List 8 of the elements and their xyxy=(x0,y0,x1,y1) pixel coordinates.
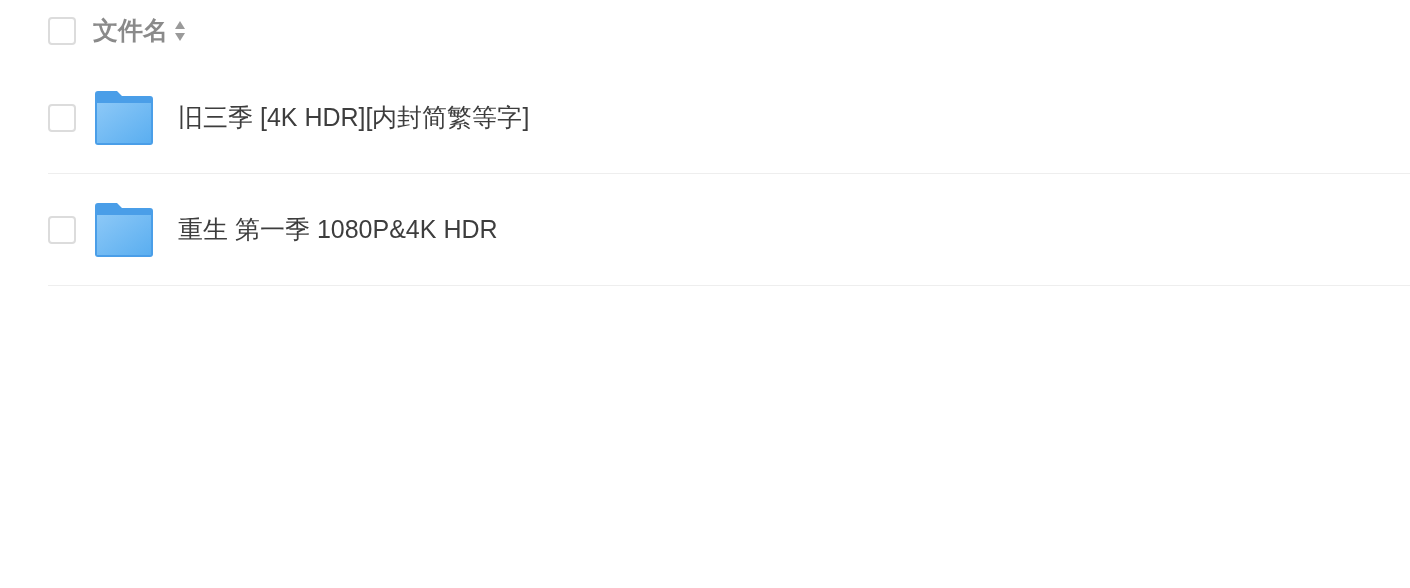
file-name[interactable]: 重生 第一季 1080P&4K HDR xyxy=(178,210,498,249)
file-name[interactable]: 旧三季 [4K HDR][内封简繁等字] xyxy=(178,98,530,137)
checkbox[interactable] xyxy=(48,103,76,132)
checkbox[interactable] xyxy=(48,17,76,45)
folder-icon xyxy=(95,90,153,145)
sort-icon[interactable] xyxy=(174,20,186,42)
folder-icon xyxy=(95,202,153,257)
checkbox[interactable] xyxy=(48,215,76,244)
